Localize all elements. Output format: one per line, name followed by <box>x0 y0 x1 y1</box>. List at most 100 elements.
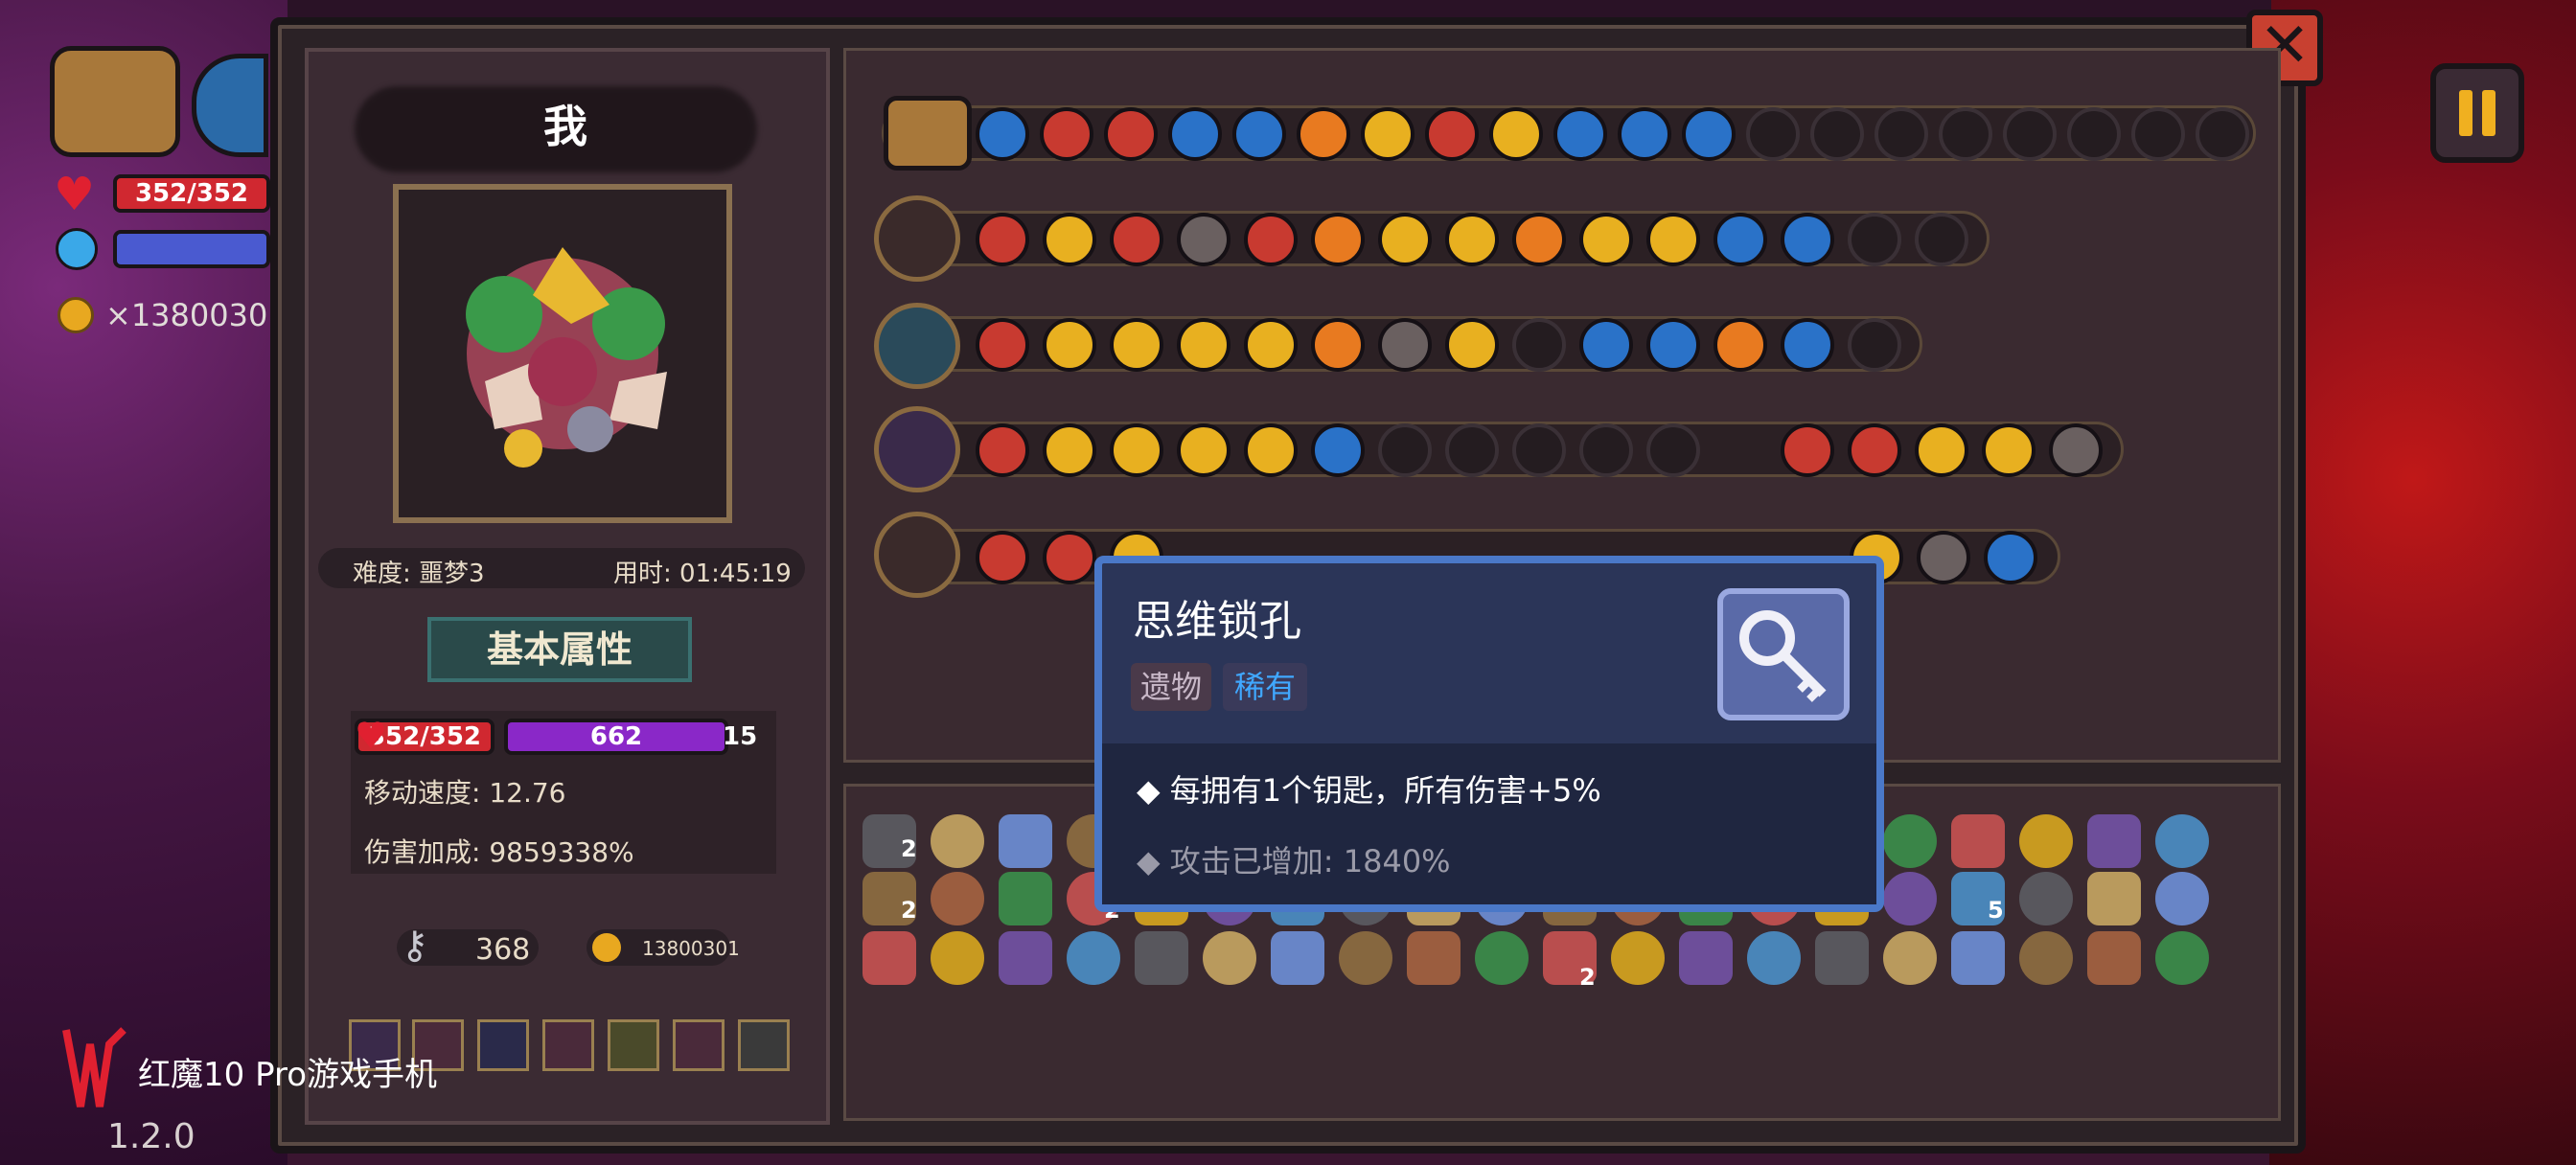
inventory-item[interactable] <box>931 814 984 868</box>
potion-slot[interactable] <box>738 1019 790 1071</box>
inventory-item[interactable] <box>1407 931 1460 985</box>
pause-button[interactable] <box>2430 63 2524 163</box>
empty-slot <box>1848 213 1901 266</box>
upgrade-icon[interactable] <box>1177 213 1230 266</box>
upgrade-icon[interactable] <box>1361 107 1414 161</box>
inventory-item[interactable] <box>1883 931 1937 985</box>
inventory-item[interactable] <box>1067 931 1120 985</box>
upgrade-icon[interactable] <box>1104 107 1158 161</box>
upgrade-icon[interactable] <box>1040 107 1093 161</box>
upgrade-icon[interactable] <box>1915 423 1968 477</box>
inventory-item[interactable] <box>2019 931 2073 985</box>
inventory-item[interactable] <box>2019 872 2073 925</box>
staff-weapon-icon[interactable] <box>874 406 960 492</box>
upgrade-icon[interactable] <box>1579 213 1633 266</box>
inventory-item[interactable] <box>931 931 984 985</box>
upgrade-icon[interactable] <box>1445 213 1499 266</box>
upgrade-icon[interactable] <box>1489 107 1543 161</box>
upgrade-icon[interactable] <box>1244 213 1298 266</box>
potion-slot[interactable] <box>673 1019 724 1071</box>
upgrade-icon[interactable] <box>1646 318 1700 372</box>
upgrade-icon[interactable] <box>1553 107 1607 161</box>
upgrade-icon[interactable] <box>1781 213 1834 266</box>
inventory-item[interactable] <box>2087 931 2141 985</box>
gold-count: ×1380030 <box>105 297 268 333</box>
inventory-item[interactable] <box>1679 931 1733 985</box>
upgrade-icon[interactable] <box>1244 423 1298 477</box>
upgrade-icon[interactable] <box>1110 213 1163 266</box>
upgrade-icon[interactable] <box>1682 107 1736 161</box>
upgrade-icon[interactable] <box>1714 318 1767 372</box>
inventory-item[interactable] <box>1135 931 1188 985</box>
inventory-item[interactable] <box>1883 872 1937 925</box>
inventory-item[interactable] <box>1951 931 2005 985</box>
upgrade-icon[interactable] <box>1579 318 1633 372</box>
upgrade-icon[interactable] <box>1646 213 1700 266</box>
upgrade-icon[interactable] <box>976 318 1029 372</box>
potion-slot[interactable] <box>608 1019 659 1071</box>
upgrade-icon[interactable] <box>1311 423 1365 477</box>
inventory-item[interactable] <box>2087 814 2141 868</box>
upgrade-icon[interactable] <box>1378 213 1432 266</box>
upgrade-icon[interactable] <box>976 423 1029 477</box>
upgrade-icon[interactable] <box>1425 107 1479 161</box>
tag-type: 遗物 <box>1131 663 1211 711</box>
upgrade-icon[interactable] <box>1043 531 1096 584</box>
inventory-item[interactable] <box>999 872 1052 925</box>
upgrade-icon[interactable] <box>1848 423 1901 477</box>
upgrade-icon[interactable] <box>1043 318 1096 372</box>
inventory-item[interactable] <box>1271 931 1324 985</box>
upgrade-icon[interactable] <box>1110 318 1163 372</box>
inventory-item[interactable] <box>2155 872 2209 925</box>
inventory-item[interactable] <box>1951 814 2005 868</box>
upgrade-icon[interactable] <box>1917 531 1970 584</box>
basic-attributes-tab[interactable]: 基本属性 <box>427 617 692 682</box>
upgrade-icon[interactable] <box>1177 318 1230 372</box>
upgrade-icon[interactable] <box>1781 318 1834 372</box>
inventory-item[interactable] <box>999 931 1052 985</box>
inventory-item[interactable] <box>862 931 916 985</box>
bow-weapon-icon[interactable] <box>874 195 960 282</box>
upgrade-icon[interactable] <box>1512 213 1566 266</box>
inventory-item[interactable] <box>1203 931 1256 985</box>
inventory-item[interactable] <box>931 872 984 925</box>
upgrade-icon[interactable] <box>1618 107 1671 161</box>
upgrade-icon[interactable] <box>1311 318 1365 372</box>
upgrade-icon[interactable] <box>1445 318 1499 372</box>
upgrade-icon[interactable] <box>1168 107 1222 161</box>
inventory-item[interactable] <box>2087 872 2141 925</box>
upgrade-icon[interactable] <box>1982 423 2036 477</box>
inventory-item[interactable] <box>2155 814 2209 868</box>
upgrade-icon[interactable] <box>2049 423 2103 477</box>
potion-slot[interactable] <box>542 1019 594 1071</box>
upgrade-icon[interactable] <box>1984 531 2037 584</box>
upgrade-icon[interactable] <box>1110 423 1163 477</box>
inventory-item[interactable] <box>2019 814 2073 868</box>
bag-slot-button[interactable] <box>50 46 180 157</box>
upgrade-icon[interactable] <box>1244 318 1298 372</box>
blade-weapon-icon[interactable] <box>874 303 960 389</box>
inventory-item[interactable] <box>1747 931 1801 985</box>
potion-slot[interactable] <box>477 1019 529 1071</box>
upgrade-icon[interactable] <box>1781 423 1834 477</box>
upgrade-icon[interactable] <box>1378 318 1432 372</box>
upgrade-icon[interactable] <box>976 107 1029 161</box>
upgrade-icon[interactable] <box>976 531 1029 584</box>
upgrade-icon[interactable] <box>1311 213 1365 266</box>
upgrade-icon[interactable] <box>1297 107 1350 161</box>
inventory-item[interactable] <box>1815 931 1869 985</box>
inventory-item[interactable] <box>1339 931 1392 985</box>
upgrade-icon[interactable] <box>1043 213 1096 266</box>
upgrade-icon[interactable] <box>976 213 1029 266</box>
inventory-item[interactable] <box>1611 931 1665 985</box>
axe-weapon-icon[interactable] <box>874 512 960 598</box>
upgrade-icon[interactable] <box>1714 213 1767 266</box>
upgrade-icon[interactable] <box>1043 423 1096 477</box>
upgrade-icon[interactable] <box>1177 423 1230 477</box>
inventory-item[interactable] <box>1883 814 1937 868</box>
bag-equip-icon[interactable] <box>884 96 972 171</box>
upgrade-icon[interactable] <box>1232 107 1286 161</box>
inventory-item[interactable] <box>999 814 1052 868</box>
inventory-item[interactable] <box>1475 931 1529 985</box>
inventory-item[interactable] <box>2155 931 2209 985</box>
